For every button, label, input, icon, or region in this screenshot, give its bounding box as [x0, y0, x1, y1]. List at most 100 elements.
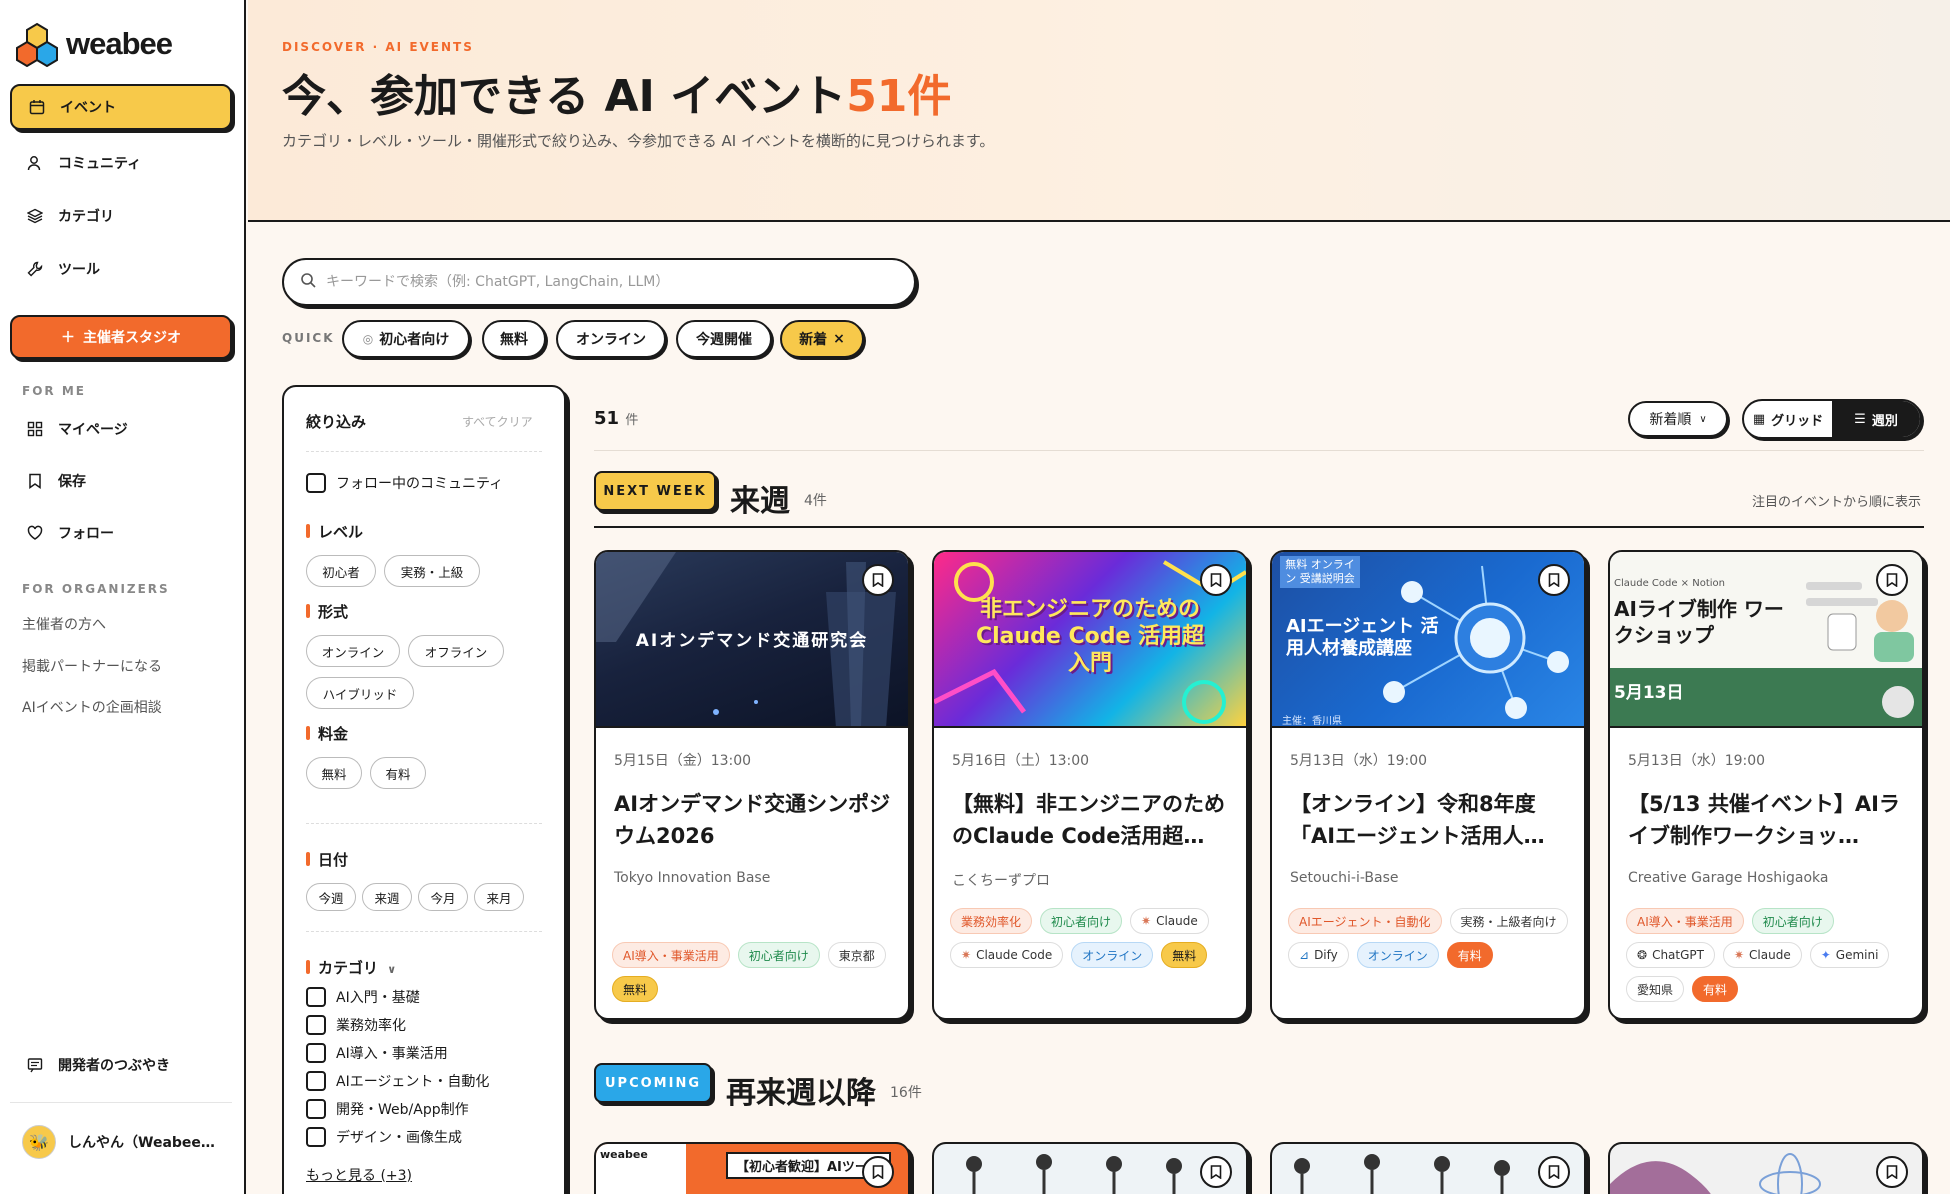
section-badge-next-week: NEXT WEEK	[594, 471, 716, 511]
organizer-studio-button[interactable]: ＋ 主催者スタジオ	[10, 315, 232, 359]
clear-all-link[interactable]: すべてクリア	[462, 413, 533, 430]
nav-label: マイページ	[58, 422, 128, 438]
event-card[interactable]: Claude Code × Notion AIライブ制作 ワークショップ 5月1…	[1608, 550, 1924, 1020]
link-for-organizers[interactable]: 主催者の方へ	[22, 614, 106, 634]
avatar: 🐝	[22, 1125, 56, 1159]
logo[interactable]: weabee	[14, 20, 173, 68]
tag[interactable]: 初心者向け	[1751, 908, 1834, 934]
event-card[interactable]: 非エンジニアのための Claude Code 活用超入門 5月16日（土）13:…	[932, 550, 1248, 1020]
tag[interactable]: 初心者向け	[737, 942, 820, 968]
tag[interactable]: 無料	[1161, 942, 1208, 968]
plus-icon: ＋	[61, 330, 75, 346]
chip-fee-paid[interactable]: 有料	[370, 757, 426, 789]
category-checkbox[interactable]: デザイン・画像生成	[306, 1127, 462, 1147]
tag-tool[interactable]: ✦ Gemini	[1809, 942, 1890, 968]
checkbox-box[interactable]	[306, 1099, 326, 1119]
tag-tool[interactable]: ❂ ChatGPT	[1626, 942, 1715, 968]
event-card[interactable]	[1608, 1142, 1924, 1194]
tag[interactable]: 無料	[612, 976, 659, 1002]
chip-level-beginner[interactable]: 初心者	[306, 555, 376, 587]
checkbox-box[interactable]	[306, 1015, 326, 1035]
category-checkbox[interactable]: 業務効率化	[306, 1015, 406, 1035]
bookmark-button[interactable]	[862, 1156, 894, 1188]
fee-heading: 料金	[306, 723, 348, 744]
tag[interactable]: 愛知県	[1626, 976, 1685, 1002]
chip-format-online[interactable]: オンライン	[306, 635, 400, 667]
show-more-link[interactable]: もっと見る (+3)	[306, 1165, 412, 1185]
checkbox-box[interactable]	[306, 1071, 326, 1091]
nav-mypage[interactable]: マイページ	[10, 406, 232, 452]
chip-date-next-month[interactable]: 来月	[474, 883, 524, 911]
category-checkbox[interactable]: AI入門・基礎	[306, 987, 420, 1007]
category-checkbox[interactable]: AI導入・事業活用	[306, 1043, 448, 1063]
tag-tool[interactable]: ✷ Claude	[1130, 908, 1209, 934]
nav-saved[interactable]: 保存	[10, 458, 232, 504]
user-menu[interactable]: 🐝 しんやん（Weabee…	[22, 1125, 215, 1159]
checkbox-box[interactable]	[306, 1127, 326, 1147]
close-icon[interactable]: ×	[833, 331, 845, 347]
category-checkbox[interactable]: AIエージェント・自動化	[306, 1071, 489, 1091]
event-card[interactable]	[1270, 1142, 1586, 1194]
tag[interactable]: 初心者向け	[1040, 908, 1123, 934]
section-note: 注目のイベントから順に表示	[1752, 495, 1922, 510]
nav-community[interactable]: コミュニティ	[10, 140, 232, 186]
bookmark-button[interactable]	[1876, 1156, 1908, 1188]
tag[interactable]: 有料	[1692, 976, 1739, 1002]
quick-chip-beginner[interactable]: ◎ 初心者向け	[342, 320, 470, 358]
tag-tool[interactable]: ⊿ Dify	[1288, 942, 1349, 968]
chip-format-offline[interactable]: オフライン	[408, 635, 504, 667]
view-weekly-button[interactable]: ☰ 週別	[1832, 401, 1920, 437]
link-partner[interactable]: 掲載パートナーになる	[22, 656, 162, 676]
tag[interactable]: AIエージェント・自動化	[1288, 908, 1442, 934]
quick-chip-this-week[interactable]: 今週開催	[676, 320, 772, 358]
bookmark-button[interactable]	[1538, 564, 1570, 596]
tag[interactable]: 業務効率化	[950, 908, 1033, 934]
tag[interactable]: 東京都	[827, 942, 886, 968]
chip-date-this-week[interactable]: 今週	[306, 883, 356, 911]
view-grid-button[interactable]: ▦ グリッド	[1744, 401, 1832, 437]
chip-date-next-week[interactable]: 来週	[362, 883, 412, 911]
bookmark-icon	[1886, 573, 1898, 587]
dev-murmur-link[interactable]: 開発者のつぶやき	[10, 1042, 232, 1088]
bookmark-button[interactable]	[1876, 564, 1908, 596]
bookmark-icon	[1210, 1165, 1222, 1179]
checkbox-box[interactable]	[306, 1043, 326, 1063]
bookmark-button[interactable]	[862, 564, 894, 596]
event-card[interactable]: AIオンデマンド交通研究会 5月15日（金）13:00 AIオンデマンド交通シン…	[594, 550, 910, 1020]
tag-tool[interactable]: ✷ Claude	[1722, 942, 1802, 968]
chip-date-this-month[interactable]: 今月	[418, 883, 468, 911]
search-input[interactable]	[326, 274, 886, 290]
nav-category[interactable]: カテゴリ	[10, 193, 232, 239]
follow-community-checkbox[interactable]: フォロー中のコミュニティ	[306, 473, 503, 493]
tag[interactable]: AI導入・事業活用	[1626, 908, 1744, 934]
quick-chip-free[interactable]: 無料	[482, 320, 546, 358]
tag[interactable]: オンライン	[1356, 942, 1439, 968]
quick-chip-new[interactable]: 新着 ×	[780, 320, 864, 358]
nav-events[interactable]: イベント	[10, 84, 232, 130]
event-card[interactable]: weabee 【初心者歓迎】AIツール	[594, 1142, 910, 1194]
sort-dropdown[interactable]: 新着順 ∨	[1628, 401, 1728, 437]
tag[interactable]: 有料	[1446, 942, 1493, 968]
tag-tool[interactable]: ✷ Claude Code	[950, 942, 1064, 968]
chip-format-hybrid[interactable]: ハイブリッド	[306, 677, 414, 709]
bookmark-button[interactable]	[1200, 564, 1232, 596]
chip-level-advanced[interactable]: 実務・上級	[384, 555, 480, 587]
checkbox-box[interactable]	[306, 473, 326, 493]
tag-label: Gemini	[1835, 948, 1879, 962]
event-card[interactable]: 無料 オンライン 受講説明会 AIエージェント 活用人材養成講座 主催：香川県 …	[1270, 550, 1586, 1020]
nav-tools[interactable]: ツール	[10, 246, 232, 292]
tag[interactable]: AI導入・事業活用	[612, 942, 730, 968]
tag[interactable]: オンライン	[1071, 942, 1154, 968]
bookmark-button[interactable]	[1200, 1156, 1232, 1188]
checkbox-box[interactable]	[306, 987, 326, 1007]
category-heading[interactable]: カテゴリ ∨	[306, 957, 396, 978]
quick-chip-online[interactable]: オンライン	[556, 320, 666, 358]
chip-fee-free[interactable]: 無料	[306, 757, 362, 789]
bookmark-button[interactable]	[1538, 1156, 1570, 1188]
event-card[interactable]	[932, 1142, 1248, 1194]
link-planning-consult[interactable]: AIイベントの企画相談	[22, 697, 162, 717]
event-organizer: Tokyo Innovation Base	[614, 870, 771, 886]
category-checkbox[interactable]: 開発・Web/App制作	[306, 1099, 469, 1119]
tag[interactable]: 実務・上級者向け	[1449, 908, 1568, 934]
nav-follow[interactable]: フォロー	[10, 510, 232, 556]
